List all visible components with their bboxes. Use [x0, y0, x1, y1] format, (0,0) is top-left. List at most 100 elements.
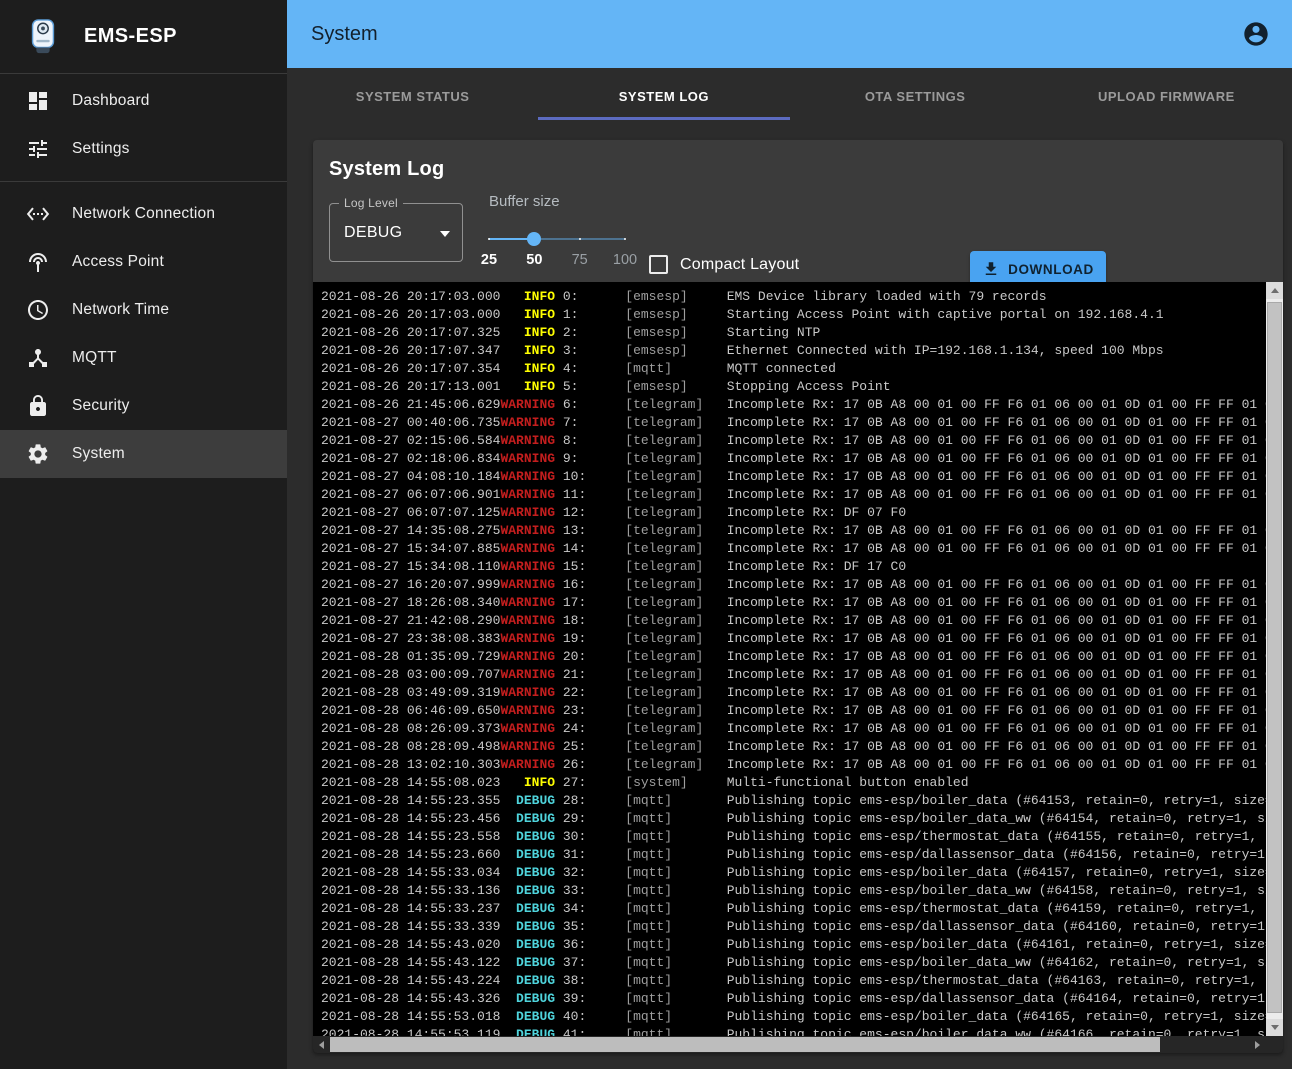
slider-tick	[579, 238, 581, 240]
download-icon	[982, 260, 1000, 278]
log-line: 2021-08-28 08:26:09.373WARNING 24: [tele…	[321, 720, 1266, 738]
log-line: 2021-08-27 02:18:06.834WARNING 9: [teleg…	[321, 450, 1266, 468]
slider-tick	[488, 238, 490, 240]
app-bar: System	[287, 0, 1292, 68]
compact-layout-toggle[interactable]: Compact Layout	[649, 255, 799, 274]
tab-bar: SYSTEM STATUSSYSTEM LOGOTA SETTINGSUPLOA…	[287, 68, 1292, 124]
device-hub-icon	[26, 346, 50, 370]
app-title: EMS-ESP	[84, 25, 177, 48]
sidebar-item-access-point[interactable]: Access Point	[0, 238, 287, 286]
horizontal-scrollbar-thumb[interactable]	[330, 1037, 1160, 1052]
tab-upload-firmware[interactable]: UPLOAD FIRMWARE	[1041, 68, 1292, 124]
log-line: 2021-08-27 06:07:06.901WARNING 11: [tele…	[321, 486, 1266, 504]
sidebar-item-label: Network Connection	[72, 205, 215, 223]
log-line: 2021-08-26 20:17:07.347 INFO 3: [emsesp]…	[321, 342, 1266, 360]
vertical-scrollbar-thumb[interactable]	[1267, 302, 1282, 1013]
scroll-left-arrow-icon[interactable]	[313, 1036, 330, 1053]
buffer-size-label: Buffer size	[489, 193, 639, 210]
sidebar: EMS-ESP Dashboard Settings Network Connect…	[0, 0, 287, 1069]
log-line: 2021-08-28 14:55:33.136 DEBUG 33: [mqtt]…	[321, 882, 1266, 900]
log-line: 2021-08-28 14:55:23.558 DEBUG 30: [mqtt]…	[321, 828, 1266, 846]
compact-layout-label: Compact Layout	[680, 256, 799, 274]
sidebar-item-label: Access Point	[72, 253, 164, 271]
tab-system-log[interactable]: SYSTEM LOG	[538, 68, 789, 124]
sidebar-item-label: MQTT	[72, 349, 117, 367]
sidebar-item-network-connection[interactable]: Network Connection	[0, 190, 287, 238]
slider-mark-label: 100	[613, 252, 637, 268]
log-line: 2021-08-28 14:55:43.326 DEBUG 39: [mqtt]…	[321, 990, 1266, 1008]
horizontal-scrollbar[interactable]	[313, 1036, 1266, 1053]
sidebar-header: EMS-ESP	[0, 0, 287, 74]
slider-mark-label: 50	[526, 252, 542, 268]
log-line: 2021-08-26 20:17:03.000 INFO 0: [emsesp]…	[321, 288, 1266, 306]
log-line: 2021-08-26 20:17:07.354 INFO 4: [mqtt] M…	[321, 360, 1266, 378]
log-line: 2021-08-28 01:35:09.729WARNING 20: [tele…	[321, 648, 1266, 666]
tune-icon	[26, 137, 50, 161]
sidebar-item-mqtt[interactable]: MQTT	[0, 334, 287, 382]
slider-mark-label: 25	[481, 252, 497, 268]
slider-mark-labels: 255075100	[489, 252, 625, 270]
log-view: 2021-08-26 20:17:03.000 INFO 0: [emsesp]…	[313, 282, 1283, 1053]
log-line: 2021-08-27 18:26:08.340WARNING 17: [tele…	[321, 594, 1266, 612]
scroll-right-arrow-icon[interactable]	[1249, 1036, 1266, 1053]
log-line: 2021-08-26 21:45:06.629WARNING 6: [teleg…	[321, 396, 1266, 414]
tab-ota-settings[interactable]: OTA SETTINGS	[790, 68, 1041, 124]
log-line: 2021-08-28 14:55:23.355 DEBUG 28: [mqtt]…	[321, 792, 1266, 810]
log-line: 2021-08-26 20:17:03.000 INFO 1: [emsesp]…	[321, 306, 1266, 324]
log-line: 2021-08-28 14:55:23.456 DEBUG 29: [mqtt]…	[321, 810, 1266, 828]
scroll-up-arrow-icon[interactable]	[1266, 282, 1283, 299]
vertical-scrollbar[interactable]	[1266, 282, 1283, 1036]
log-line: 2021-08-28 14:55:33.237 DEBUG 34: [mqtt]…	[321, 900, 1266, 918]
log-line: 2021-08-27 21:42:08.290WARNING 18: [tele…	[321, 612, 1266, 630]
log-lines: 2021-08-26 20:17:03.000 INFO 0: [emsesp]…	[321, 288, 1266, 1053]
sidebar-divider	[0, 181, 287, 182]
log-line: 2021-08-27 00:40:06.735WARNING 7: [teleg…	[321, 414, 1266, 432]
log-line: 2021-08-27 04:08:10.184WARNING 10: [tele…	[321, 468, 1266, 486]
ems-esp-logo-icon	[24, 18, 62, 56]
log-line: 2021-08-27 02:15:06.584WARNING 8: [teleg…	[321, 432, 1266, 450]
log-line: 2021-08-28 14:55:33.034 DEBUG 32: [mqtt]…	[321, 864, 1266, 882]
gear-icon	[26, 442, 50, 466]
sidebar-item-settings[interactable]: Settings	[0, 125, 287, 173]
card-title: System Log	[313, 140, 1283, 181]
log-line: 2021-08-28 14:55:23.660 DEBUG 31: [mqtt]…	[321, 846, 1266, 864]
log-level-select[interactable]: Log Level DEBUG	[329, 203, 463, 262]
chevron-down-icon	[440, 231, 450, 237]
slider-thumb[interactable]	[527, 232, 541, 246]
log-level-label: Log Level	[339, 196, 403, 210]
log-line: 2021-08-26 20:17:07.325 INFO 2: [emsesp]…	[321, 324, 1266, 342]
tab-system-status[interactable]: SYSTEM STATUS	[287, 68, 538, 124]
sidebar-item-dashboard[interactable]: Dashboard	[0, 77, 287, 125]
sidebar-item-system[interactable]: System	[0, 430, 287, 478]
sidebar-item-security[interactable]: Security	[0, 382, 287, 430]
log-line: 2021-08-28 14:55:43.224 DEBUG 38: [mqtt]…	[321, 972, 1266, 990]
log-line: 2021-08-28 03:49:09.319WARNING 22: [tele…	[321, 684, 1266, 702]
scroll-down-arrow-icon[interactable]	[1266, 1019, 1283, 1036]
main-area: System SYSTEM STATUSSYSTEM LOGOTA SETTIN…	[287, 0, 1292, 1069]
account-circle-icon[interactable]	[1242, 20, 1270, 48]
lock-icon	[26, 394, 50, 418]
sidebar-menu: Dashboard Settings Network Connection Acces…	[0, 74, 287, 478]
buffer-size-slider[interactable]	[489, 232, 625, 246]
sidebar-item-network-time[interactable]: Network Time	[0, 286, 287, 334]
sidebar-item-label: Dashboard	[72, 92, 150, 110]
log-line: 2021-08-28 14:55:43.020 DEBUG 36: [mqtt]…	[321, 936, 1266, 954]
log-line: 2021-08-27 14:35:08.275WARNING 13: [tele…	[321, 522, 1266, 540]
log-line: 2021-08-28 03:00:09.707WARNING 21: [tele…	[321, 666, 1266, 684]
system-log-card: System Log Log Level DEBUG Buffer size 2…	[313, 140, 1283, 1053]
buffer-size-group: Buffer size 255075100	[489, 193, 639, 270]
log-line: 2021-08-28 13:02:10.303WARNING 26: [tele…	[321, 756, 1266, 774]
scrollbar-corner	[1266, 1036, 1283, 1053]
log-line: 2021-08-28 06:46:09.650WARNING 23: [tele…	[321, 702, 1266, 720]
log-line: 2021-08-28 14:55:53.018 DEBUG 40: [mqtt]…	[321, 1008, 1266, 1026]
log-line: 2021-08-27 15:34:07.885WARNING 14: [tele…	[321, 540, 1266, 558]
dashboard-icon	[26, 89, 50, 113]
log-line: 2021-08-28 14:55:33.339 DEBUG 35: [mqtt]…	[321, 918, 1266, 936]
log-line: 2021-08-27 23:38:08.383WARNING 19: [tele…	[321, 630, 1266, 648]
log-line: 2021-08-27 15:34:08.110WARNING 15: [tele…	[321, 558, 1266, 576]
sidebar-item-label: Security	[72, 397, 130, 415]
page-title: System	[311, 23, 378, 46]
checkbox-icon[interactable]	[649, 255, 668, 274]
log-line: 2021-08-28 14:55:43.122 DEBUG 37: [mqtt]…	[321, 954, 1266, 972]
ethernet-icon	[26, 202, 50, 226]
